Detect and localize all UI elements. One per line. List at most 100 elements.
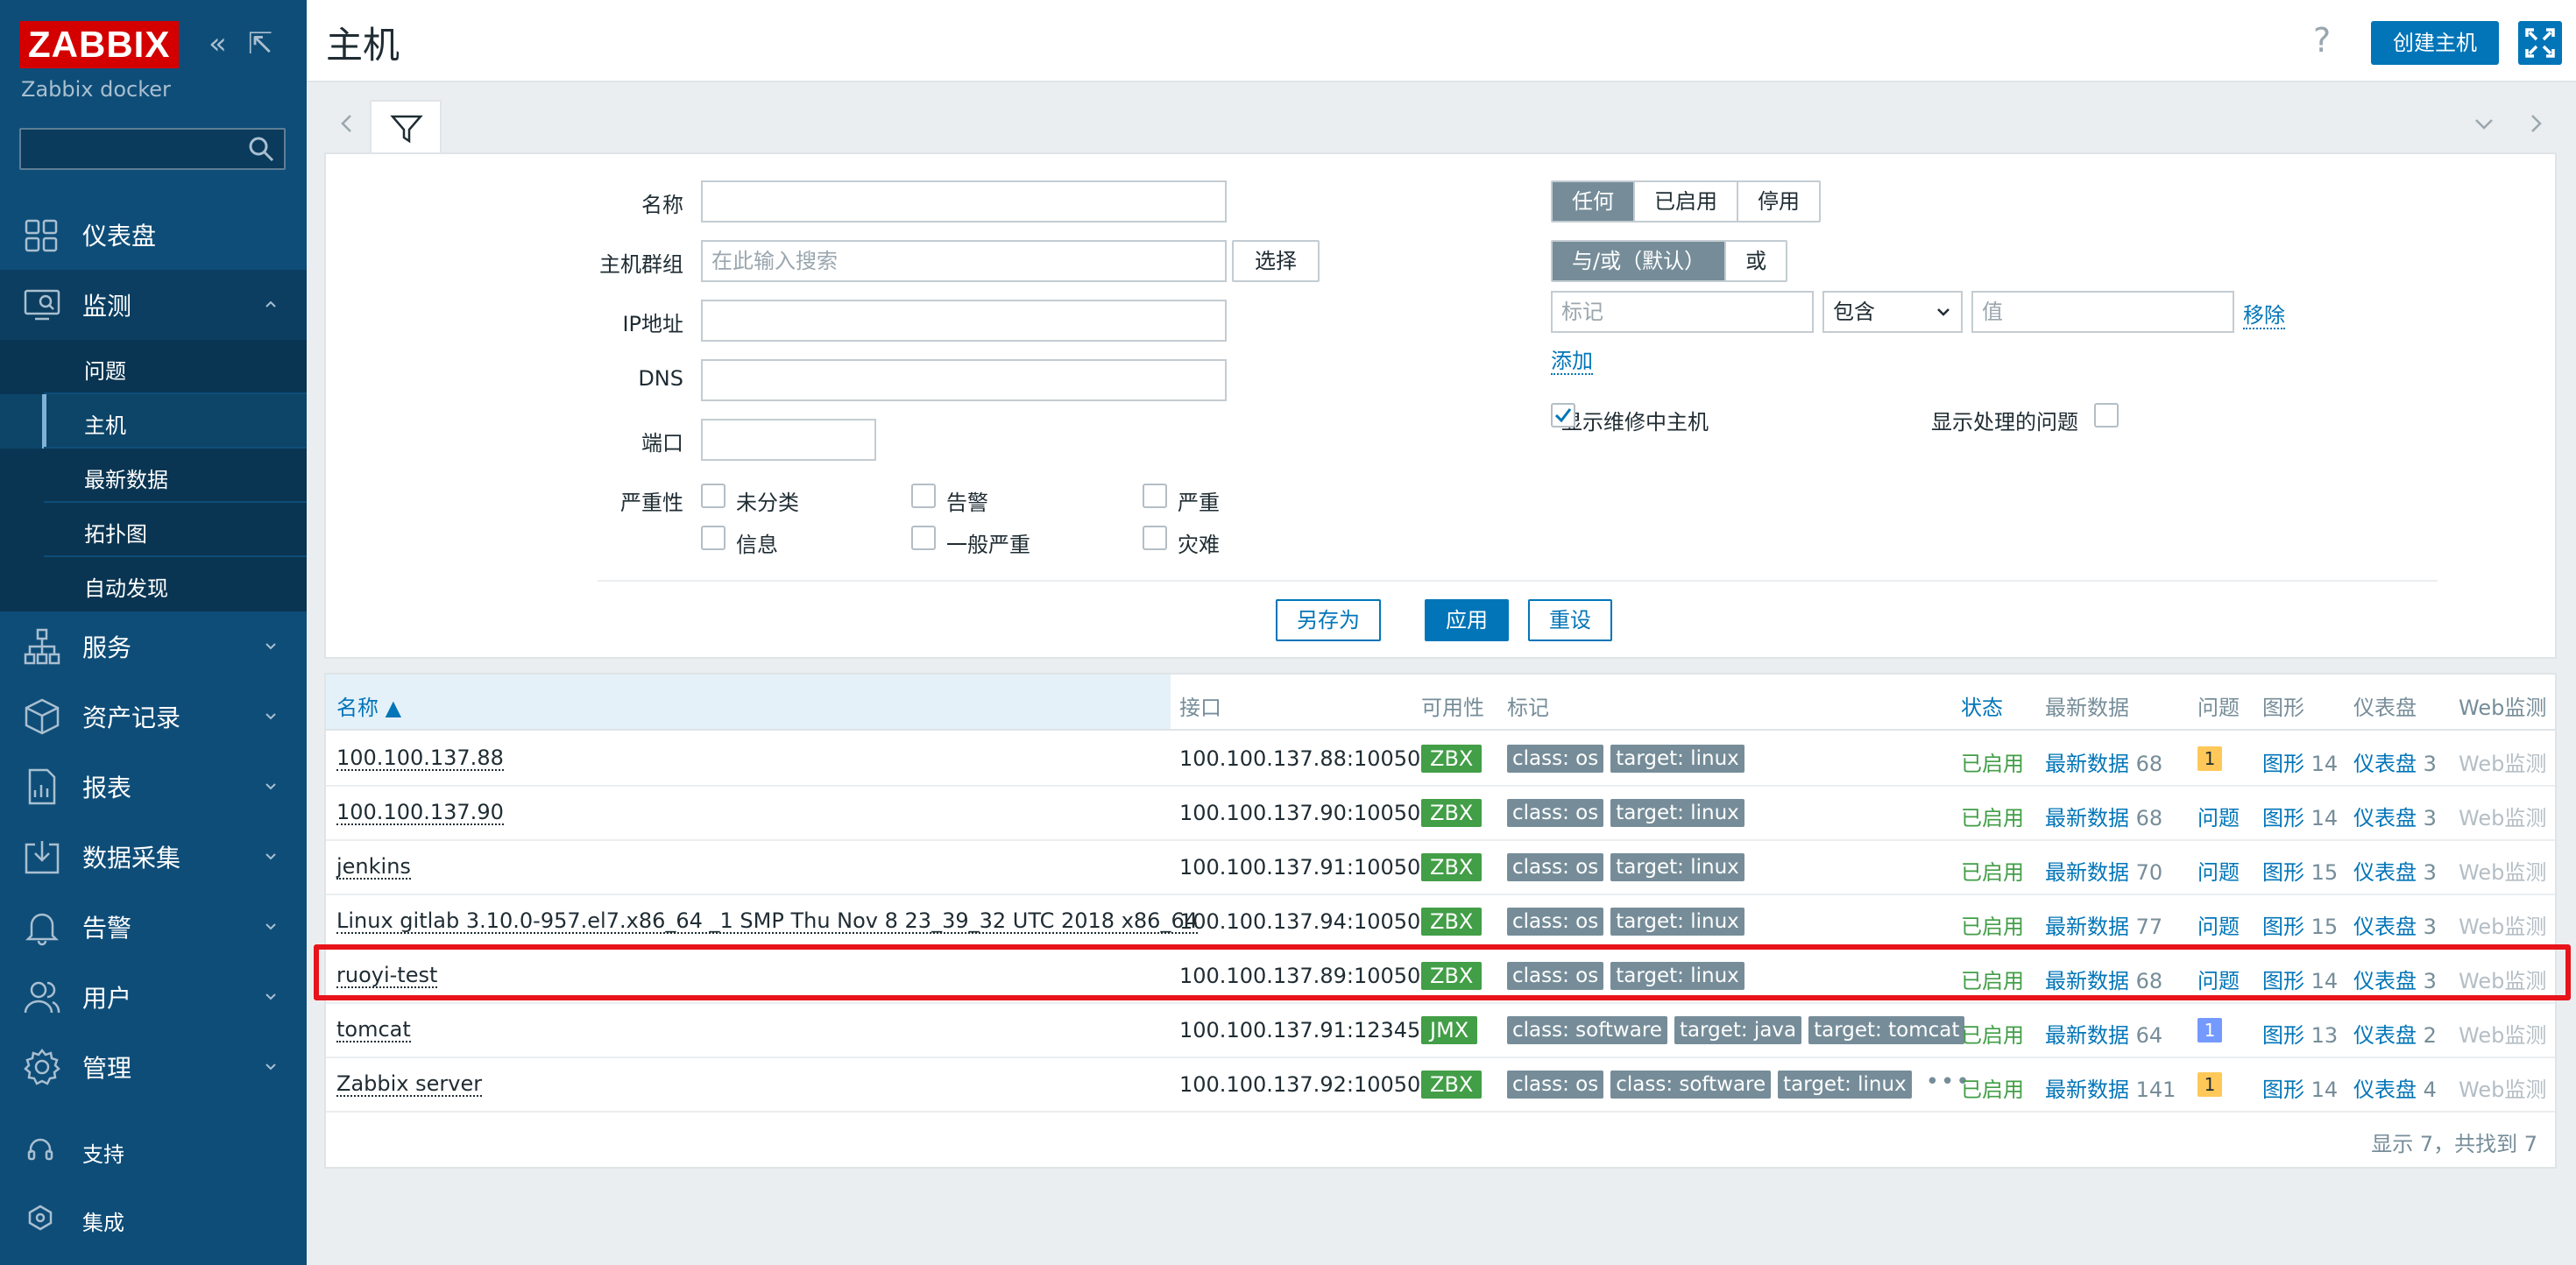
sidebar-search-input[interactable] <box>19 128 286 170</box>
column-name[interactable]: 名称 ▲ <box>336 690 401 721</box>
latest-data-link[interactable]: 最新数据 68 <box>2045 801 2162 831</box>
latest-data-link[interactable]: 最新数据 64 <box>2045 1018 2162 1049</box>
host-name-link[interactable]: ruoyi-test <box>336 964 438 988</box>
problems-count-badge[interactable]: 1 <box>2197 746 2222 771</box>
host-name-link[interactable]: jenkins <box>336 855 411 880</box>
chevron-right-icon[interactable] <box>2523 110 2550 137</box>
tags-option-or[interactable]: 或 <box>1726 242 1787 280</box>
menu-item-data-collection[interactable]: 数据采集 <box>0 822 307 892</box>
graphs-link[interactable]: 图形 14 <box>2262 801 2338 831</box>
problems-count-badge[interactable]: 1 <box>2197 1018 2222 1042</box>
problems-link[interactable]: 问题 <box>2197 801 2240 831</box>
dns-input[interactable] <box>701 359 1227 401</box>
availability-badge[interactable]: ZBX <box>1421 908 1483 936</box>
host-name-link[interactable]: Zabbix server <box>336 1072 483 1097</box>
severity-disaster-checkbox[interactable] <box>1143 526 1167 550</box>
remove-tag-link[interactable]: 移除 <box>2243 298 2285 329</box>
latest-data-link[interactable]: 最新数据 77 <box>2045 909 2162 940</box>
status-enabled-link[interactable]: 已启用 <box>1961 855 2024 886</box>
host-name-link[interactable]: 100.100.137.88 <box>336 746 504 771</box>
chevron-down-icon[interactable] <box>2471 110 2497 137</box>
severity-information-checkbox[interactable] <box>701 526 725 550</box>
latest-data-link[interactable]: 最新数据 68 <box>2045 746 2162 777</box>
select-hostgroup-button[interactable]: 选择 <box>1232 240 1320 282</box>
status-enabled-link[interactable]: 已启用 <box>1961 909 2024 940</box>
dashboards-link[interactable]: 仪表盘 3 <box>2353 746 2437 777</box>
availability-badge[interactable]: ZBX <box>1421 745 1483 773</box>
graphs-link[interactable]: 图形 13 <box>2262 1018 2338 1049</box>
name-input[interactable] <box>701 180 1227 223</box>
status-option-enabled[interactable]: 已启用 <box>1635 182 1738 221</box>
problems-count-badge[interactable]: 1 <box>2197 1072 2222 1097</box>
save-as-button[interactable]: 另存为 <box>1276 599 1381 641</box>
menu-item-monitoring[interactable]: 监测 <box>0 270 307 340</box>
severity-not-classified-checkbox[interactable] <box>701 484 725 508</box>
menu-item-integrations[interactable]: 集成 <box>0 1191 307 1244</box>
menu-item-alerts[interactable]: 告警 <box>0 892 307 962</box>
submenu-item-maps[interactable]: 拓扑图 <box>0 503 307 557</box>
graphs-link[interactable]: 图形 14 <box>2262 964 2338 994</box>
reset-button[interactable]: 重设 <box>1528 599 1612 641</box>
availability-badge[interactable]: ZBX <box>1421 853 1483 881</box>
show-maintenance-checkbox[interactable] <box>1551 403 1575 428</box>
status-enabled-link[interactable]: 已启用 <box>1961 746 2024 777</box>
submenu-item-hosts[interactable]: 主机 <box>0 394 307 449</box>
latest-data-link[interactable]: 最新数据 141 <box>2045 1072 2176 1103</box>
kiosk-mode-button[interactable] <box>2518 21 2562 65</box>
latest-data-link[interactable]: 最新数据 68 <box>2045 964 2162 994</box>
menu-item-reports[interactable]: 报表 <box>0 752 307 822</box>
availability-badge[interactable]: JMX <box>1421 1016 1478 1044</box>
ip-input[interactable] <box>701 300 1227 342</box>
status-enabled-link[interactable]: 已启用 <box>1961 1072 2024 1103</box>
severity-average-checkbox[interactable] <box>911 526 936 550</box>
apply-button[interactable]: 应用 <box>1425 599 1509 641</box>
dashboards-link[interactable]: 仪表盘 3 <box>2353 855 2437 886</box>
submenu-item-discovery[interactable]: 自动发现 <box>0 557 307 611</box>
dashboards-link[interactable]: 仪表盘 2 <box>2353 1018 2437 1049</box>
host-name-link[interactable]: Linux gitlab 3.10.0-957.el7.x86_64 _1 SM… <box>336 909 1198 934</box>
graphs-link[interactable]: 图形 15 <box>2262 855 2338 886</box>
menu-item-administration[interactable]: 管理 <box>0 1032 307 1102</box>
submenu-item-latest-data[interactable]: 最新数据 <box>0 449 307 503</box>
status-enabled-link[interactable]: 已启用 <box>1961 964 2024 994</box>
status-option-disabled[interactable]: 停用 <box>1738 182 1819 221</box>
collapse-sidebar-icon[interactable]: « <box>209 26 227 61</box>
problems-link[interactable]: 问题 <box>2197 964 2240 994</box>
menu-item-support[interactable]: 支持 <box>0 1123 307 1176</box>
search-icon[interactable] <box>245 133 277 165</box>
status-enabled-link[interactable]: 已启用 <box>1961 801 2024 831</box>
help-icon[interactable]: ? <box>2313 21 2331 60</box>
chevron-left-icon[interactable] <box>333 110 359 137</box>
column-status[interactable]: 状态 <box>1961 690 2003 721</box>
latest-data-link[interactable]: 最新数据 70 <box>2045 855 2162 886</box>
show-suppressed-checkbox[interactable] <box>2094 403 2119 428</box>
zabbix-logo[interactable]: ZABBIX <box>19 21 180 68</box>
dashboards-link[interactable]: 仪表盘 3 <box>2353 964 2437 994</box>
hostgroup-input[interactable]: 在此输入搜索 <box>701 240 1227 282</box>
dashboards-link[interactable]: 仪表盘 3 <box>2353 909 2437 940</box>
dashboards-link[interactable]: 仪表盘 3 <box>2353 801 2437 831</box>
menu-item-users[interactable]: 用户 <box>0 962 307 1032</box>
submenu-item-problems[interactable]: 问题 <box>0 340 307 394</box>
add-tag-link[interactable]: 添加 <box>1551 343 1593 375</box>
menu-item-dashboards[interactable]: 仪表盘 <box>0 200 307 270</box>
filter-tab[interactable] <box>370 100 442 154</box>
tag-name-input[interactable]: 标记 <box>1551 291 1814 333</box>
host-name-link[interactable]: 100.100.137.90 <box>336 801 504 825</box>
menu-item-inventory[interactable]: 资产记录 <box>0 682 307 752</box>
kiosk-sidebar-icon[interactable]: ⇱ <box>248 26 273 61</box>
graphs-link[interactable]: 图形 15 <box>2262 909 2338 940</box>
graphs-link[interactable]: 图形 14 <box>2262 746 2338 777</box>
availability-badge[interactable]: ZBX <box>1421 799 1483 827</box>
status-option-any[interactable]: 任何 <box>1553 182 1635 221</box>
tag-value-input[interactable]: 值 <box>1971 291 2234 333</box>
availability-badge[interactable]: ZBX <box>1421 1071 1483 1099</box>
tag-operator-select[interactable]: 包含 <box>1822 291 1963 333</box>
dashboards-link[interactable]: 仪表盘 4 <box>2353 1072 2437 1103</box>
host-name-link[interactable]: tomcat <box>336 1018 411 1042</box>
problems-link[interactable]: 问题 <box>2197 855 2240 886</box>
port-input[interactable] <box>701 419 876 461</box>
tags-option-and-or[interactable]: 与/或（默认） <box>1553 242 1727 280</box>
problems-link[interactable]: 问题 <box>2197 909 2240 940</box>
status-enabled-link[interactable]: 已启用 <box>1961 1018 2024 1049</box>
